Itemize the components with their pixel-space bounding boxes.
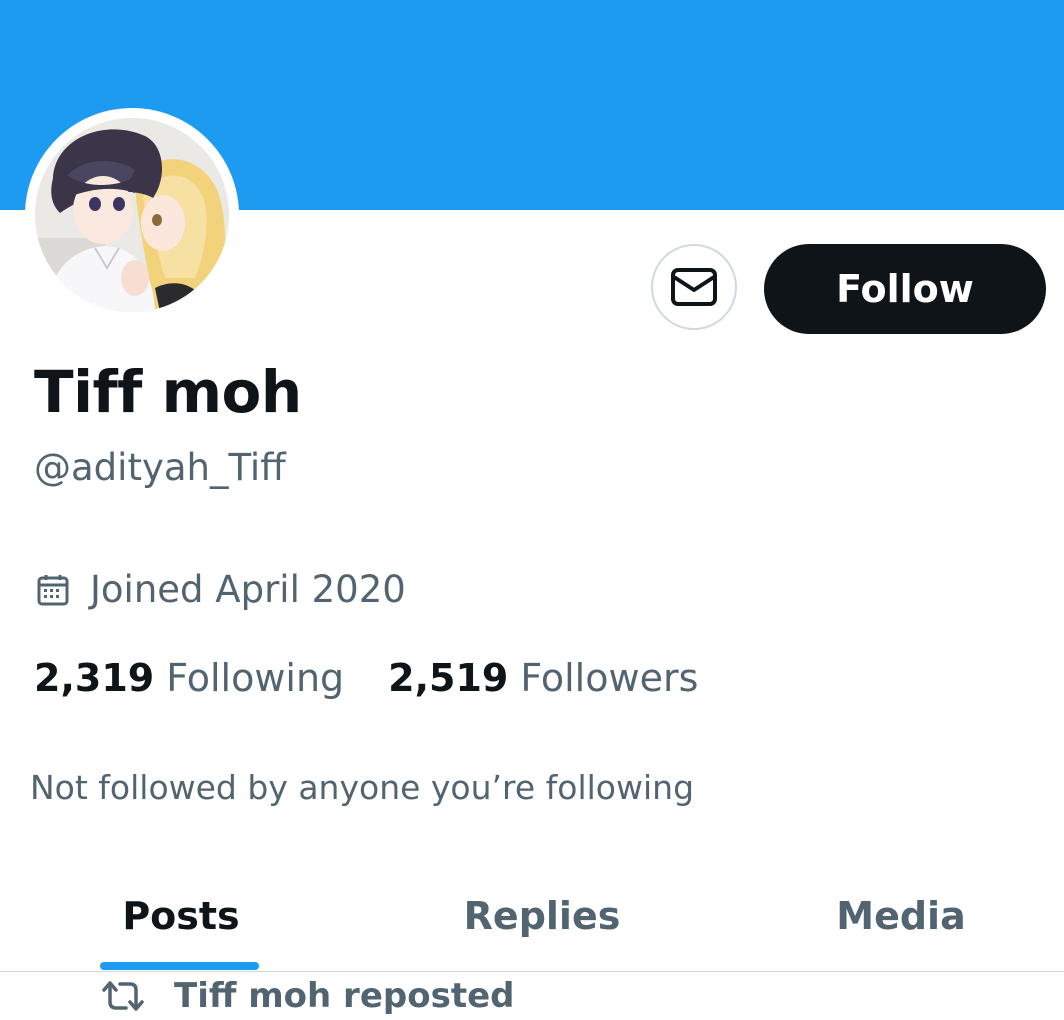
- repost-label: Tiff moh reposted: [174, 976, 515, 1016]
- followers-count: 2,519: [388, 656, 509, 700]
- follow-button[interactable]: Follow: [764, 244, 1046, 334]
- joined-date: Joined April 2020: [36, 568, 406, 611]
- envelope-icon: [671, 268, 717, 306]
- mutual-followers-note: Not followed by anyone you’re following: [30, 768, 695, 807]
- tab-media[interactable]: Media: [722, 860, 1064, 972]
- avatar[interactable]: [35, 118, 229, 312]
- display-name: Tiff moh: [34, 358, 302, 426]
- profile-tabs: Posts Replies Media: [0, 860, 1064, 972]
- following-count: 2,319: [34, 656, 155, 700]
- tab-posts[interactable]: Posts: [0, 860, 362, 972]
- message-button[interactable]: [651, 244, 737, 330]
- tabs-divider: [0, 971, 1064, 972]
- tab-replies[interactable]: Replies: [362, 860, 722, 972]
- profile-page: Follow Tiff moh @adityah_Tiff Joined Apr…: [0, 0, 1064, 1020]
- followers-link[interactable]: 2,519 Followers: [388, 656, 698, 700]
- following-label: Following: [166, 656, 345, 700]
- following-link[interactable]: 2,319 Following: [34, 656, 344, 700]
- calendar-icon: [36, 573, 70, 607]
- joined-label: Joined April 2020: [90, 568, 406, 611]
- username-handle: @adityah_Tiff: [34, 446, 286, 489]
- repost-context[interactable]: Tiff moh reposted: [100, 976, 514, 1016]
- follow-stats: 2,319 Following 2,519 Followers: [34, 656, 698, 700]
- followers-label: Followers: [520, 656, 699, 700]
- repost-icon: [100, 980, 146, 1012]
- anime-avatar-image: [35, 118, 229, 312]
- active-tab-indicator: [100, 962, 259, 970]
